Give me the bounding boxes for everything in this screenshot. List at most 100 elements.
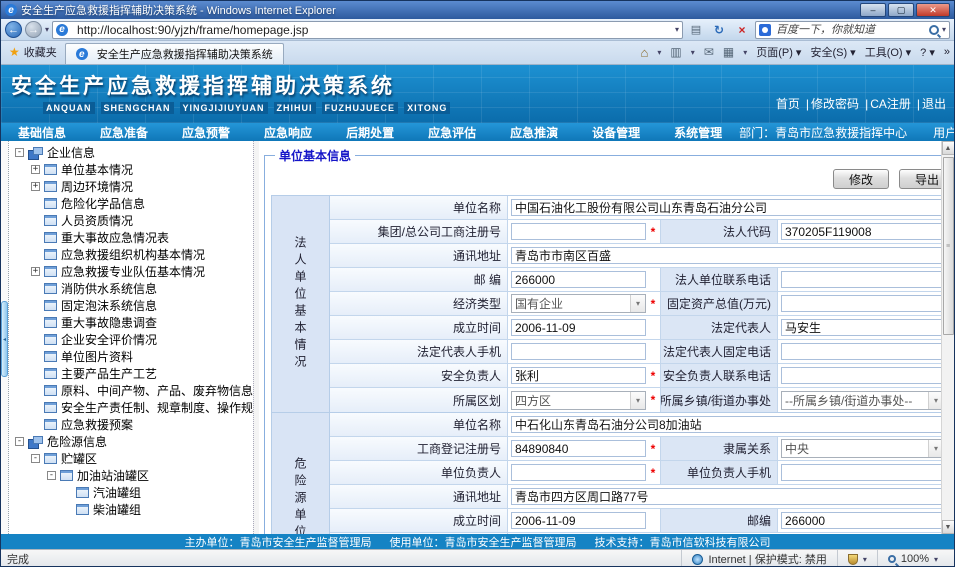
tree-item-label[interactable]: 重大事故应急情况表 — [61, 229, 169, 246]
expand-icon[interactable]: + — [31, 165, 40, 174]
search-dropdown-icon[interactable]: ▾ — [942, 25, 946, 34]
tree-item[interactable]: 柴油罐组 — [11, 501, 253, 518]
change-password-link[interactable]: 修改密码 — [811, 97, 859, 111]
home-dropdown-icon[interactable]: ▾ — [657, 48, 661, 57]
content-scrollbar[interactable]: ▲ ≡ ▼ — [941, 141, 954, 534]
field-input[interactable] — [511, 343, 646, 360]
tree-item[interactable]: 应急救援预案 — [11, 416, 253, 433]
feeds-icon[interactable]: ▥ — [670, 45, 681, 59]
ca-register-link[interactable]: CA注册 — [870, 97, 911, 111]
tree-item[interactable]: 重大事故应急情况表 — [11, 229, 253, 246]
tree-item[interactable]: 安全生产责任制、规章制度、操作规程信息 — [11, 399, 253, 416]
tree-item-label[interactable]: 柴油罐组 — [93, 501, 141, 518]
tree-item[interactable]: - 企业信息 — [11, 144, 253, 161]
field-input[interactable] — [781, 367, 941, 384]
tree-item[interactable]: 应急救援组织机构基本情况 — [11, 246, 253, 263]
help-menu[interactable]: ? ▾ — [920, 46, 935, 59]
home-link[interactable]: 首页 — [776, 97, 800, 111]
chevron-more-icon[interactable]: » — [944, 46, 950, 58]
tree-item-label[interactable]: 单位基本情况 — [61, 161, 133, 178]
tree-item-label[interactable]: 加油站油罐区 — [77, 467, 149, 484]
url-dropdown-icon[interactable]: ▾ — [675, 25, 679, 34]
field-input[interactable] — [511, 247, 941, 264]
sidebar-collapse-handle[interactable]: ◂ — [1, 301, 8, 377]
tab[interactable]: e 安全生产应急救援指挥辅助决策系统 — [65, 43, 284, 64]
tree-item[interactable]: + 应急救援专业队伍基本情况 — [11, 263, 253, 280]
scroll-down-icon[interactable]: ▼ — [942, 520, 955, 534]
tree-item[interactable]: -危险源信息 — [11, 433, 253, 450]
expand-icon[interactable]: + — [31, 267, 40, 276]
feeds-dropdown-icon[interactable]: ▾ — [691, 48, 695, 57]
page-menu[interactable]: 页面(P) ▾ — [756, 44, 801, 60]
tree-item-label[interactable]: 重大事故隐患调查 — [61, 314, 157, 331]
collapse-icon[interactable]: - — [15, 148, 24, 157]
home-icon[interactable]: ⌂ — [641, 45, 649, 60]
menu-emergency-drill[interactable]: 应急推演 — [493, 124, 575, 141]
expand-icon[interactable]: + — [31, 182, 40, 191]
safety-menu[interactable]: 安全(S) ▾ — [810, 44, 855, 60]
tree-item-label[interactable]: 危险源信息 — [47, 433, 107, 450]
field-input[interactable] — [781, 343, 941, 360]
tree-item[interactable]: 主要产品生产工艺 — [11, 365, 253, 382]
tree-item-label[interactable]: 危险化学品信息 — [61, 195, 145, 212]
tree-item-label[interactable]: 周边环境情况 — [61, 178, 133, 195]
field-input[interactable] — [511, 440, 646, 457]
compatibility-view-icon[interactable]: ▤ — [686, 21, 706, 39]
tree-item-label[interactable]: 企业安全评价情况 — [61, 331, 157, 348]
menu-basic-info[interactable]: 基础信息 — [1, 124, 83, 141]
tree-item-label[interactable]: 人员资质情况 — [61, 212, 133, 229]
tree-item-label[interactable]: 应急救援组织机构基本情况 — [61, 246, 205, 263]
field-input[interactable] — [511, 223, 646, 240]
refresh-icon[interactable]: ↻ — [709, 21, 729, 39]
tree-item[interactable]: 人员资质情况 — [11, 212, 253, 229]
menu-emergency-response[interactable]: 应急响应 — [247, 124, 329, 141]
search-input[interactable] — [774, 23, 926, 37]
zoom-dropdown-icon[interactable]: ▾ — [934, 555, 938, 564]
tree-item[interactable]: 汽油罐组 — [11, 484, 253, 501]
tree-item[interactable]: 消防供水系统信息 — [11, 280, 253, 297]
field-input[interactable] — [511, 416, 941, 433]
tree-item[interactable]: 单位图片资料 — [11, 348, 253, 365]
field-input[interactable] — [511, 319, 646, 336]
chevron-down-icon[interactable]: ▾ — [928, 440, 941, 457]
tree-item-label[interactable]: 主要产品生产工艺 — [61, 365, 157, 382]
menu-system-mgmt[interactable]: 系统管理 — [657, 124, 739, 141]
tree-item[interactable]: + 单位基本情况 — [11, 161, 253, 178]
chevron-down-icon[interactable]: ▾ — [928, 392, 941, 409]
tree-item-label[interactable]: 企业信息 — [47, 144, 95, 161]
field-input[interactable] — [511, 512, 646, 529]
scroll-up-icon[interactable]: ▲ — [942, 141, 955, 155]
tree-item-label[interactable]: 应急救援预案 — [61, 416, 133, 433]
menu-post-disposal[interactable]: 后期处置 — [329, 124, 411, 141]
tree-item[interactable]: 固定泡沫系统信息 — [11, 297, 253, 314]
tree-item[interactable]: 原料、中间产物、产品、废弃物信息 — [11, 382, 253, 399]
export-button[interactable]: 导出 — [899, 169, 941, 189]
protected-mode-button[interactable]: ▾ — [837, 550, 877, 567]
collapse-icon[interactable]: - — [47, 471, 56, 480]
logout-link[interactable]: 退出 — [922, 97, 946, 111]
tree-item-label[interactable]: 固定泡沫系统信息 — [61, 297, 157, 314]
field-input[interactable] — [781, 295, 941, 312]
field-select[interactable]: 四方区▾ — [511, 391, 646, 410]
menu-emergency-warning[interactable]: 应急预警 — [165, 124, 247, 141]
field-input[interactable] — [781, 464, 941, 481]
menu-emergency-eval[interactable]: 应急评估 — [411, 124, 493, 141]
tree-item[interactable]: 危险化学品信息 — [11, 195, 253, 212]
stop-icon[interactable]: × — [732, 21, 752, 39]
tree-item[interactable]: -贮罐区 — [11, 450, 253, 467]
modify-button[interactable]: 修改 — [833, 169, 889, 189]
chevron-down-icon[interactable]: ▾ — [630, 392, 645, 409]
print-dropdown-icon[interactable]: ▾ — [743, 48, 747, 57]
tree-item-label[interactable]: 汽油罐组 — [93, 484, 141, 501]
field-select[interactable]: 中央▾ — [781, 439, 941, 458]
forward-button[interactable]: → — [25, 21, 42, 38]
mail-icon[interactable]: ✉ — [704, 45, 714, 59]
menu-emergency-prep[interactable]: 应急准备 — [83, 124, 165, 141]
chevron-down-icon[interactable]: ▾ — [630, 295, 645, 312]
tree-item-label[interactable]: 应急救援专业队伍基本情况 — [61, 263, 205, 280]
tree-item[interactable]: 重大事故隐患调查 — [11, 314, 253, 331]
tree-item-label[interactable]: 安全生产责任制、规章制度、操作规程信息 — [61, 399, 253, 416]
tree-item[interactable]: + 周边环境情况 — [11, 178, 253, 195]
field-input[interactable] — [781, 271, 941, 288]
field-input[interactable] — [511, 199, 941, 216]
